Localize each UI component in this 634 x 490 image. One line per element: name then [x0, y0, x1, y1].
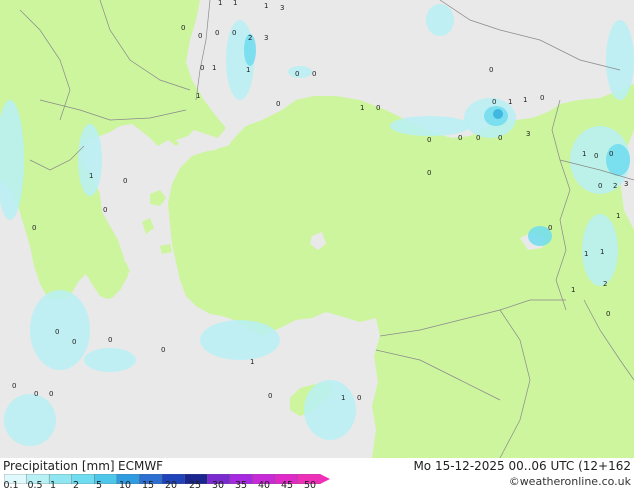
point-value-label: 0: [276, 100, 280, 108]
point-value-label: 0: [594, 152, 598, 160]
precip-area: [84, 348, 136, 372]
point-value-label: 0: [427, 136, 431, 144]
point-value-label: 0: [181, 24, 185, 32]
point-value-label: 0: [606, 310, 610, 318]
point-value-label: 1: [212, 64, 216, 72]
scale-tick-label: 45: [280, 480, 294, 490]
point-value-label: 0: [49, 390, 53, 398]
point-value-label: 0: [108, 336, 112, 344]
scale-tick-label: 15: [141, 480, 155, 490]
point-value-label: 0: [357, 394, 361, 402]
point-value-label: 3: [526, 130, 530, 138]
point-value-label: 0: [492, 98, 496, 106]
scale-tick-label: 1: [49, 480, 57, 490]
point-value-label: 0: [161, 346, 165, 354]
credit-link[interactable]: ©weatheronline.co.uk: [509, 475, 631, 488]
point-value-label: 1: [246, 66, 250, 74]
legend-footer: Precipitation [mm] ECMWF Mo 15-12-2025 0…: [0, 458, 634, 490]
point-value-label: 2: [603, 280, 607, 288]
point-value-label: 1: [264, 2, 268, 10]
point-value-label: 1: [571, 286, 575, 294]
point-value-label: 0: [540, 94, 544, 102]
precip-area: [606, 20, 634, 100]
point-value-label: 0: [295, 70, 299, 78]
point-value-label: 0: [427, 169, 431, 177]
point-value-label: 0: [312, 70, 316, 78]
point-value-label: 0: [609, 150, 613, 158]
scale-tick-label: 0.5: [27, 480, 43, 490]
point-value-label: 0: [200, 64, 204, 72]
point-value-label: 1: [600, 248, 604, 256]
precip-area: [78, 124, 102, 196]
precip-area: [30, 290, 90, 370]
point-value-label: 0: [55, 328, 59, 336]
model-name: ECMWF: [118, 459, 164, 473]
precip-area: [4, 394, 56, 446]
point-value-label: 0: [198, 32, 202, 40]
color-scale-ticks: 0.1 0.5 1 2 5 10 15 20 25 30 35 40 45 50: [0, 480, 340, 490]
precip-area: [606, 144, 630, 176]
scale-tick-label: 2: [72, 480, 80, 490]
point-value-label: 1: [584, 250, 588, 258]
point-value-label: 1: [89, 172, 93, 180]
point-value-label: 0: [598, 182, 602, 190]
point-value-label: 1: [508, 98, 512, 106]
point-value-label: 3: [624, 180, 628, 188]
point-value-label: 0: [215, 29, 219, 37]
scale-tick-label: 40: [257, 480, 271, 490]
point-value-label: 0: [548, 224, 552, 232]
scale-tick-label: 35: [234, 480, 248, 490]
point-value-label: 1: [218, 0, 222, 7]
point-value-label: 3: [264, 34, 268, 42]
precip-area: [288, 66, 312, 78]
point-value-label: 1: [360, 104, 364, 112]
scale-tick-label: 20: [164, 480, 178, 490]
point-value-label: 0: [103, 206, 107, 214]
scale-tick-label: 5: [95, 480, 103, 490]
point-value-label: 0: [458, 134, 462, 142]
point-value-label: 1: [196, 92, 200, 100]
scale-tick-label: 30: [211, 480, 225, 490]
point-value-label: 1: [341, 394, 345, 402]
point-value-label: 1: [616, 212, 620, 220]
point-value-label: 3: [280, 4, 284, 12]
point-value-label: 2: [613, 182, 617, 190]
precip-area: [200, 320, 280, 360]
legend-title: Precipitation [mm]: [3, 459, 115, 473]
precip-area: [304, 380, 356, 440]
point-value-label: 0: [34, 390, 38, 398]
point-value-label: 1: [523, 96, 527, 104]
precip-area: [426, 4, 454, 36]
point-value-label: 0: [12, 382, 16, 390]
point-value-label: 0: [476, 134, 480, 142]
point-value-label: 0: [268, 392, 272, 400]
point-value-label: 0: [72, 338, 76, 346]
point-value-label: 0: [32, 224, 36, 232]
scale-tick-label: 10: [118, 480, 132, 490]
point-value-label: 1: [233, 0, 237, 7]
scale-tick-label: 25: [188, 480, 202, 490]
weather-map-frame: 1113320000011100010000001103001002031011…: [0, 0, 634, 490]
point-value-label: 1: [582, 150, 586, 158]
point-value-label: 0: [498, 134, 502, 142]
point-value-label: 0: [376, 104, 380, 112]
point-value-label: 0: [232, 29, 236, 37]
scale-tick-label: 50: [303, 480, 317, 490]
point-value-label: 1: [250, 358, 254, 366]
point-value-label: 2: [248, 34, 252, 42]
scale-tick-label: 0.1: [3, 480, 19, 490]
precip-area: [390, 116, 470, 136]
valid-time: Mo 15-12-2025 00..06 UTC (12+162: [413, 459, 631, 473]
point-value-label: 0: [489, 66, 493, 74]
precip-area: [493, 109, 503, 119]
point-value-label: 0: [123, 177, 127, 185]
precipitation-map: 1 1 1 3320 0 000 1 1100 01 00 0 000 1 1 03001 0 020 31011…: [0, 0, 634, 458]
